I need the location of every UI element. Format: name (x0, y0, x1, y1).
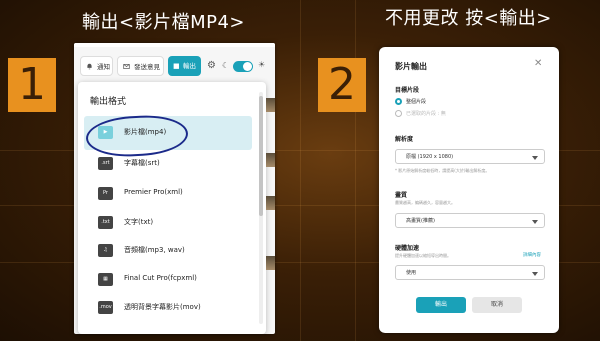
bell-icon (87, 63, 92, 70)
menu-item-label: Final Cut Pro(fcpxml) (124, 274, 197, 282)
cancel-button[interactable]: 取消 (472, 297, 522, 313)
hw-details-link[interactable]: 詳細內容 (523, 252, 541, 258)
menu-item-label: 文字(txt) (124, 218, 154, 226)
resolution-value: 原檔 (1920 x 1080) (406, 154, 454, 160)
menu-item-label: 透明背景字幕影片(mov) (124, 303, 201, 311)
menu-title: 輸出格式 (90, 97, 127, 107)
clapper-icon: ▦ (98, 273, 113, 286)
close-icon[interactable]: ✕ (534, 58, 542, 69)
music-icon: ♫ (98, 244, 113, 257)
dialog-title: 影片輸出 (395, 62, 427, 71)
step-badge-1: 1 (8, 58, 56, 112)
radio-whole-label: 整個片段 (406, 99, 427, 105)
gear-icon[interactable]: ⚙ (207, 60, 216, 71)
srt-icon: .srt (98, 157, 113, 170)
txt-icon: .txt (98, 216, 113, 229)
thumbnail (266, 196, 275, 210)
radio-whole[interactable] (395, 98, 402, 105)
feedback-button[interactable]: 發送意見 (117, 56, 164, 76)
target-label: 目標片段 (395, 87, 420, 94)
radio-selected[interactable] (395, 110, 402, 117)
menu-item-label: 字幕檔(srt) (124, 159, 160, 167)
quality-select[interactable]: 高畫質(推薦) (395, 213, 545, 228)
bg-grid-line (300, 0, 301, 341)
hw-select[interactable]: 使用 (395, 265, 545, 280)
premiere-icon: Pr (98, 187, 113, 200)
feedback-label: 發送意見 (134, 63, 160, 71)
sun-icon: ☀ (258, 60, 266, 69)
menu-item-label: Premier Pro(xml) (124, 188, 183, 196)
chevron-down-icon (532, 220, 538, 224)
theme-toggle[interactable] (233, 61, 253, 72)
mail-icon (123, 64, 130, 69)
caption-left: 輸出<影片檔MP4> (82, 12, 246, 33)
export-dialog: 影片輸出 ✕ 目標片段 整個片段 已選取的片段 : 無 解析度 原檔 (1920… (379, 47, 559, 333)
menu-scrollbar[interactable] (259, 92, 263, 324)
step-badge-2: 2 (318, 58, 366, 112)
thumbnail-strip (266, 98, 275, 313)
moon-icon: ☾ (222, 61, 230, 70)
thumbnail (266, 153, 275, 167)
caption-right: 不用更改 按<輸出> (385, 8, 552, 29)
thumbnail (266, 98, 275, 112)
hw-label: 硬體加速 (395, 245, 420, 252)
hw-value: 使用 (406, 270, 417, 276)
radio-selected-label: 已選取的片段 : 無 (406, 111, 446, 117)
resolution-note: * 影片原始解析度較低時，請提高(大於)輸出解析度。 (395, 168, 490, 173)
resolution-label: 解析度 (395, 136, 414, 143)
bg-grid-line (355, 0, 356, 341)
notify-label: 通知 (97, 63, 110, 71)
export-label: 輸出 (183, 62, 196, 70)
quality-label: 畫質 (395, 192, 408, 199)
thumbnail (266, 256, 275, 270)
menu-item-mov[interactable]: .mov 透明背景字幕影片(mov) (84, 291, 252, 325)
quality-note: 畫質越高，編碼越久，容量越大。 (395, 200, 455, 205)
chevron-down-icon (532, 156, 538, 160)
hw-note: 提升硬體加速以縮短導出時間。 (395, 253, 451, 258)
mov-icon: .mov (98, 301, 113, 314)
window-top-strip (74, 43, 275, 47)
export-icon: ■ (173, 62, 180, 70)
export-button[interactable]: ■ 輸出 (168, 56, 201, 76)
quality-value: 高畫質(推薦) (406, 218, 435, 224)
export-confirm-button[interactable]: 輸出 (416, 297, 466, 313)
chevron-down-icon (532, 272, 538, 276)
resolution-select[interactable]: 原檔 (1920 x 1080) (395, 149, 545, 164)
menu-item-label: 音頻檔(mp3, wav) (124, 246, 185, 254)
notify-button[interactable]: 通知 (80, 56, 113, 76)
